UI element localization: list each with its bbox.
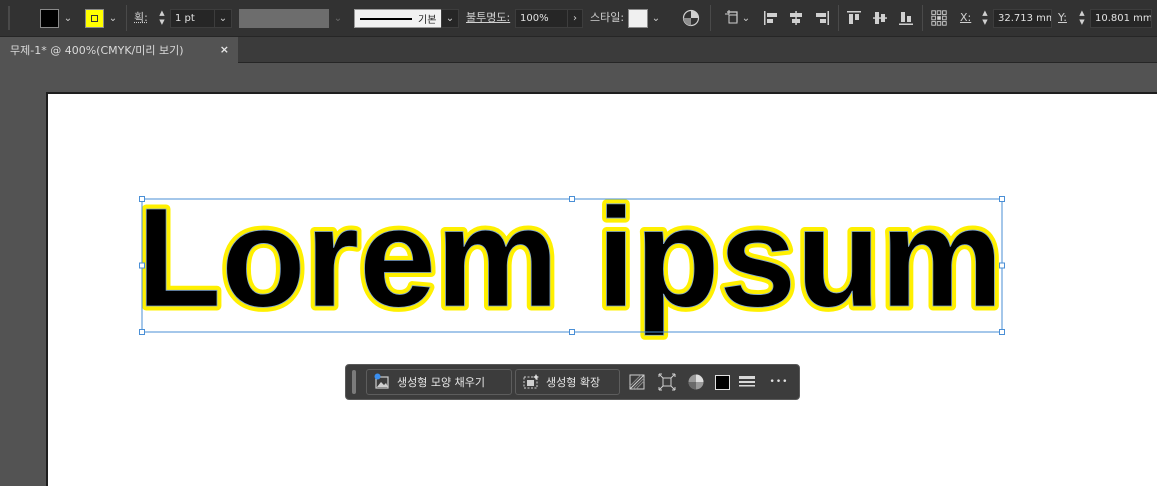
transform-icon[interactable]	[657, 372, 677, 392]
generative-expand-icon	[523, 374, 539, 389]
x-label[interactable]: X:	[960, 8, 971, 28]
fill-color-swatch[interactable]	[40, 9, 59, 28]
profile-dropdown-chevron-icon: ⌄	[333, 12, 343, 24]
handle-top-right[interactable]	[999, 196, 1005, 202]
close-tab-icon[interactable]: ×	[220, 43, 229, 56]
style-dropdown-chevron-icon[interactable]: ⌄	[649, 8, 663, 28]
handle-top-left[interactable]	[139, 196, 145, 202]
stroke-color-swatch[interactable]	[85, 9, 104, 28]
separator	[126, 5, 127, 31]
canvas[interactable]: Lorem ipsum Lorem ipsum	[0, 64, 1157, 486]
separator	[922, 5, 923, 31]
handle-bottom-center[interactable]	[569, 329, 575, 335]
y-label[interactable]: Y:	[1058, 8, 1067, 28]
recolor-icon[interactable]	[686, 372, 706, 392]
x-stepper[interactable]: ▲ ▼	[979, 8, 991, 28]
stroke-weight-icon[interactable]	[737, 372, 757, 392]
down-arrow-icon[interactable]: ▼	[979, 18, 991, 27]
variable-width-profile-disabled	[239, 9, 329, 28]
horizontal-align-center-icon[interactable]	[787, 8, 805, 28]
align-to-dropdown-chevron-icon[interactable]: ⌄	[739, 8, 753, 28]
mask-icon[interactable]	[627, 372, 647, 392]
handle-middle-left[interactable]	[139, 262, 145, 269]
graphic-style-swatch[interactable]	[628, 9, 648, 28]
up-arrow-icon[interactable]: ▲	[979, 9, 991, 18]
brush-dropdown-chevron-icon[interactable]: ⌄	[441, 9, 459, 28]
generative-shape-fill-label: 생성형 모양 채우기	[397, 376, 485, 389]
artwork-layer: Lorem ipsum Lorem ipsum	[133, 174, 1008, 341]
horizontal-align-right-icon[interactable]	[813, 8, 831, 28]
handle-bottom-left[interactable]	[139, 329, 145, 335]
document-tab[interactable]: 무제-1* @ 400%(CMYK/미리 보기) ×	[0, 37, 238, 63]
stroke-weight-input[interactable]: 1 pt	[170, 9, 215, 28]
document-tab-title: 무제-1* @ 400%(CMYK/미리 보기)	[10, 44, 184, 57]
generative-shape-fill-icon	[374, 373, 389, 389]
down-arrow-icon[interactable]: ▼	[156, 18, 168, 27]
reference-point-icon[interactable]	[930, 8, 948, 28]
stroke-weight-dropdown-chevron-icon[interactable]: ⌄	[214, 9, 232, 28]
up-arrow-icon[interactable]: ▲	[1076, 9, 1088, 18]
style-label: 스타일:	[590, 11, 625, 24]
vertical-align-bottom-icon[interactable]	[897, 8, 915, 28]
opacity-label[interactable]: 불투명도:	[466, 8, 510, 28]
vertical-align-top-icon[interactable]	[845, 8, 863, 28]
separator	[710, 5, 711, 31]
stroke-weight-stepper[interactable]: ▲ ▼	[156, 8, 168, 28]
y-stepper[interactable]: ▲ ▼	[1076, 8, 1088, 28]
horizontal-align-left-icon[interactable]	[762, 8, 780, 28]
up-arrow-icon[interactable]: ▲	[156, 9, 168, 18]
x-position-input[interactable]: 32.713 mm	[993, 9, 1052, 28]
handle-middle-right[interactable]	[999, 262, 1005, 269]
stroke-dropdown-chevron-icon[interactable]: ⌄	[106, 8, 120, 28]
stroke-inner-square	[91, 15, 98, 22]
brush-name: 기본	[418, 15, 437, 26]
generative-expand-button[interactable]: 생성형 확장	[515, 369, 620, 395]
y-position-input[interactable]: 10.801 mm	[1090, 9, 1152, 28]
brush-definition-dropdown[interactable]: 기본	[354, 9, 442, 28]
task-bar-drag-handle[interactable]	[352, 370, 356, 394]
panel-grip[interactable]	[8, 6, 10, 30]
opacity-flyout-chevron-right-icon[interactable]: ›	[567, 9, 583, 28]
recolor-artwork-icon[interactable]	[682, 8, 700, 28]
generative-expand-label: 생성형 확장	[546, 376, 601, 389]
generative-shape-fill-button[interactable]: 생성형 모양 채우기	[366, 369, 512, 395]
handle-top-center[interactable]	[569, 196, 575, 202]
fill-color-square	[714, 374, 730, 390]
separator	[838, 5, 839, 31]
fill-color-icon[interactable]	[712, 372, 732, 392]
document-tab-bar: 무제-1* @ 400%(CMYK/미리 보기) ×	[0, 37, 1157, 63]
stroke-label[interactable]: 획:	[134, 8, 148, 28]
vertical-align-center-icon[interactable]	[871, 8, 889, 28]
down-arrow-icon[interactable]: ▼	[1076, 18, 1088, 27]
brush-stroke-line	[360, 17, 412, 20]
control-bar: ⌄ ⌄ 획: ▲ ▼ 1 pt ⌄ ⌄ 기본 ⌄ 불투명도: 100% › 스타일…	[0, 0, 1157, 37]
more-options-icon[interactable]: •••	[766, 372, 792, 392]
contextual-task-bar: 생성형 모양 채우기 생성형 확장 •••	[345, 364, 800, 400]
handle-bottom-right[interactable]	[999, 329, 1005, 335]
fill-dropdown-chevron-icon[interactable]: ⌄	[61, 8, 75, 28]
opacity-input[interactable]: 100%	[515, 9, 568, 28]
